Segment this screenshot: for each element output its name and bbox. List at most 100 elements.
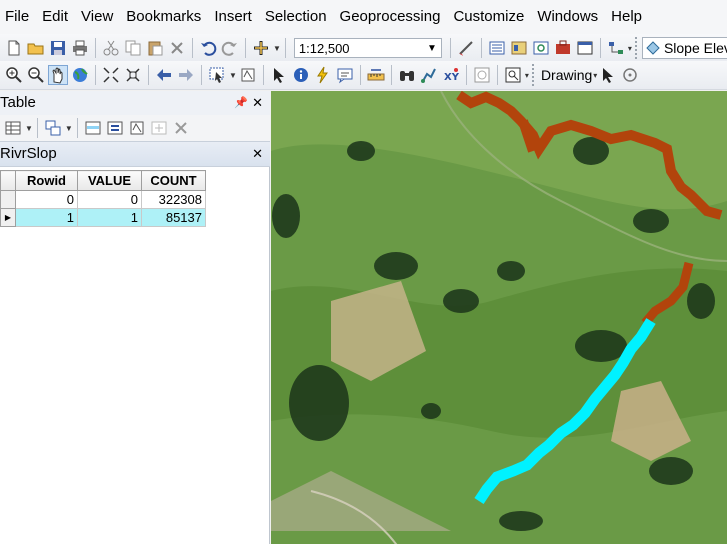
cell-rowid[interactable]: 1 [15,208,78,227]
select-by-attributes-icon[interactable] [83,118,103,138]
go-to-xy-icon[interactable]: XY [441,65,461,85]
menu-selection[interactable]: Selection [260,0,335,34]
select-elements-arrow-icon[interactable] [269,65,289,85]
table-of-contents-icon[interactable] [487,38,507,58]
cell-value[interactable]: 0 [77,190,142,209]
go-forward-arrow-icon[interactable] [176,65,196,85]
menu-help[interactable]: Help [606,0,650,34]
search-window-icon[interactable] [531,38,551,58]
open-folder-icon[interactable] [26,38,46,58]
delete-selected-icon[interactable] [171,118,191,138]
toolbar-separator [465,65,467,85]
pan-hand-icon[interactable] [48,65,68,85]
redo-icon[interactable] [220,38,240,58]
table-options-dropdown-icon[interactable]: ▼ [25,124,33,133]
drawing-menu[interactable]: Drawing [541,67,592,83]
menu-edit[interactable]: Edit [37,0,76,34]
clear-table-selection-icon[interactable] [127,118,147,138]
zoom-to-selected-icon[interactable] [149,118,169,138]
modelbuilder-icon[interactable] [606,38,626,58]
cell-count[interactable]: 85137 [141,208,206,227]
menu-insert[interactable]: Insert [209,0,260,34]
table-window-title: Table [0,94,36,111]
cell-value[interactable]: 1 [77,208,142,227]
menu-windows[interactable]: Windows [532,0,606,34]
full-extent-globe-icon[interactable] [70,65,90,85]
find-binoculars-icon[interactable] [397,65,417,85]
column-header-rowid[interactable]: Rowid [15,170,78,191]
clear-selection-icon[interactable] [238,65,258,85]
toolbar-overflow-icon[interactable]: ▾ [525,71,529,80]
go-back-arrow-icon[interactable] [154,65,174,85]
map-display[interactable] [271,91,727,544]
toolbar-grip[interactable] [531,64,536,86]
close-tab-icon[interactable]: ✕ [252,142,263,166]
toolbar-separator [449,38,451,58]
menu-view[interactable]: View [76,0,121,34]
add-data-icon[interactable] [251,38,271,58]
table-row[interactable]: 0 0 322308 [0,190,206,209]
map-scale-dropdown[interactable]: 1:12,500 ▼ [293,38,442,58]
delete-icon[interactable] [167,38,187,58]
table-tab-rivrslop[interactable]: RivrSlop ✕ [0,141,270,167]
attribute-table: Rowid VALUE COUNT 0 0 322308 ▶ 1 1 85137 [0,170,206,227]
menu-file[interactable]: File [0,0,37,34]
html-popup-icon[interactable] [335,65,355,85]
table-options-icon[interactable] [3,118,23,138]
print-icon[interactable] [70,38,90,58]
toolbar-separator [36,118,38,138]
find-route-icon[interactable] [419,65,439,85]
arctoolbox-icon[interactable] [553,38,573,58]
fixed-zoom-out-icon[interactable] [123,65,143,85]
drawing-select-arrow-icon[interactable] [598,65,618,85]
pin-icon[interactable]: 📌 [234,91,248,115]
cell-count[interactable]: 322308 [141,190,206,209]
cell-rowid[interactable]: 0 [15,190,78,209]
copy-icon[interactable] [123,38,143,58]
related-tables-dropdown-icon[interactable]: ▼ [65,124,73,133]
hyperlink-lightning-icon[interactable] [313,65,333,85]
time-slider-icon[interactable] [472,65,492,85]
column-header-value[interactable]: VALUE [77,170,142,191]
column-header-count[interactable]: COUNT [141,170,206,191]
toolbar-grip[interactable] [634,37,639,59]
toolbar-separator [148,65,149,85]
table-window-titlebar[interactable]: Table 📌 ✕ [0,91,270,115]
zoom-out-icon[interactable] [26,65,46,85]
toolbar-separator [496,65,498,85]
close-icon[interactable]: ✕ [252,91,263,115]
table-row[interactable]: ▶ 1 1 85137 [0,208,206,227]
standard-toolbar: ▼ 1:12,500 ▼ ▾ Slope Elevat [0,34,727,63]
editor-toolbar-icon[interactable] [456,38,476,58]
add-data-dropdown-icon[interactable]: ▼ [273,44,281,53]
drawing-dropdown-icon[interactable]: ▾ [593,71,597,80]
menu-customize[interactable]: Customize [448,0,532,34]
new-document-icon[interactable] [4,38,24,58]
current-row-marker-icon[interactable]: ▶ [0,208,16,227]
cut-icon[interactable] [101,38,121,58]
table-toolbar: ▼ ▼ [0,115,270,141]
related-tables-icon[interactable] [43,118,63,138]
identify-icon[interactable] [291,65,311,85]
rotate-icon[interactable] [620,65,640,85]
row-selector-header[interactable] [0,170,16,191]
menu-geoprocessing[interactable]: Geoprocessing [335,0,449,34]
measure-ruler-icon[interactable] [366,65,386,85]
create-viewer-window-icon[interactable] [503,65,523,85]
select-features-dropdown-icon[interactable]: ▼ [229,71,237,80]
fixed-zoom-in-icon[interactable] [101,65,121,85]
chevron-down-icon: ▼ [427,42,437,54]
paste-icon[interactable] [145,38,165,58]
undo-icon[interactable] [198,38,218,58]
zoom-in-icon[interactable] [4,65,24,85]
layer-dropdown[interactable]: Slope Elevat [641,37,727,59]
menu-bookmarks[interactable]: Bookmarks [121,0,209,34]
select-features-icon[interactable] [207,65,227,85]
save-icon[interactable] [48,38,68,58]
catalog-window-icon[interactable] [509,38,529,58]
toolbar-overflow-icon[interactable]: ▾ [628,44,632,53]
toolbar-separator [390,65,392,85]
switch-selection-icon[interactable] [105,118,125,138]
row-selector[interactable] [0,190,16,209]
python-window-icon[interactable] [575,38,595,58]
